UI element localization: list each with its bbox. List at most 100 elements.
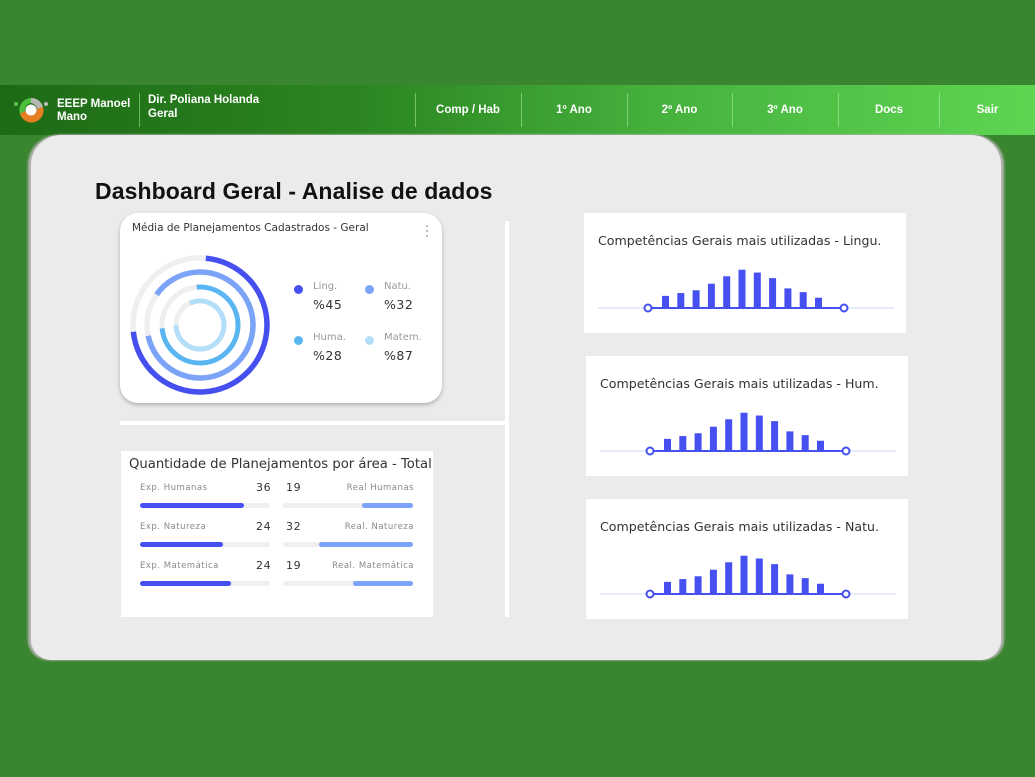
bar-2 [677, 293, 685, 308]
bar-3 [694, 576, 702, 594]
real-value: 19 [286, 481, 302, 494]
real-progress-fill [362, 503, 413, 508]
legend-value: %32 [384, 297, 414, 312]
bar-chart-card-natu: Competências Gerais mais utilizadas - Na… [586, 499, 908, 619]
real-progress-bar [283, 503, 413, 508]
radial-chart [130, 255, 270, 395]
vertical-divider [505, 221, 509, 617]
legend-dot [294, 336, 303, 345]
exp-progress-bar [140, 542, 270, 547]
bar-2 [679, 579, 687, 594]
bar-9 [786, 574, 794, 594]
real-progress-bar [283, 542, 413, 547]
school-logo-icon [14, 97, 48, 123]
quantity-card: Quantidade de Planejamentos por área - T… [121, 451, 433, 617]
bar-chart-natu [600, 555, 896, 599]
exp-value: 36 [256, 481, 272, 494]
bar-9 [784, 288, 792, 308]
exp-progress-fill [140, 503, 244, 508]
nav-comp-hab[interactable]: Comp / Hab [416, 85, 520, 135]
bar-11 [817, 583, 824, 594]
bar-chart-lingu [598, 269, 894, 313]
chart-start-marker [645, 589, 655, 599]
nav-3-ano[interactable]: 3º Ano [733, 85, 837, 135]
bar-chart-card-lingu: Competências Gerais mais utilizadas - Li… [584, 213, 906, 333]
bar-5 [725, 419, 733, 451]
bar-8 [771, 421, 779, 451]
real-label: Real Humanas [346, 483, 414, 493]
quantity-card-title: Quantidade de Planejamentos por área - T… [129, 457, 432, 472]
legend-value: %87 [384, 348, 414, 363]
bar-8 [771, 564, 779, 594]
bar-8 [769, 278, 777, 308]
horizontal-divider [120, 421, 505, 425]
legend-value: %45 [313, 297, 343, 312]
bar-6 [738, 269, 746, 308]
bar-1 [664, 438, 671, 451]
exp-label: Exp. Natureza [140, 522, 207, 532]
chart-end-marker [839, 303, 849, 313]
real-label: Real. Matemática [332, 561, 414, 571]
chart-start-marker [645, 446, 655, 456]
legend-label: Natu. [384, 281, 412, 292]
bar-2 [679, 436, 687, 451]
legend-label: Huma. [313, 332, 346, 343]
legend-dot [365, 336, 374, 345]
bar-3 [692, 290, 700, 308]
real-value: 19 [286, 559, 302, 572]
exp-progress-bar [140, 503, 270, 508]
real-value: 32 [286, 520, 302, 533]
bar-chart-card-hum: Competências Gerais mais utilizadas - Hu… [586, 356, 908, 476]
bar-4 [709, 426, 717, 451]
bar-5 [723, 276, 731, 308]
director-role: Geral [148, 107, 178, 120]
legend-label: Matem. [384, 332, 422, 343]
top-navbar: EEEP Manoel Mano Dir. Poliana Holanda Ge… [0, 85, 1035, 135]
bar-10 [799, 292, 807, 308]
bar-11 [817, 440, 824, 451]
exp-label: Exp. Humanas [140, 483, 208, 493]
real-progress-fill [319, 542, 413, 547]
legend-dot [294, 285, 303, 294]
chart-end-marker [841, 589, 851, 599]
bar-6 [740, 412, 748, 451]
exp-value: 24 [256, 559, 272, 572]
chart-end-marker [841, 446, 851, 456]
exp-progress-bar [140, 581, 270, 586]
bar-4 [707, 283, 715, 308]
nav-docs[interactable]: Docs [839, 85, 939, 135]
bar-5 [725, 562, 733, 594]
bar-3 [694, 433, 702, 451]
radial-card-title: Média de Planejamentos Cadastrados - Ger… [132, 222, 369, 234]
bar-7 [753, 272, 761, 308]
legend-value: %28 [313, 348, 343, 363]
nav-2-ano[interactable]: 2º Ano [628, 85, 731, 135]
bar-4 [709, 569, 717, 594]
bar-chart-hum [600, 412, 896, 456]
real-label: Real. Natureza [344, 522, 414, 532]
legend-label: Ling. [313, 281, 338, 292]
nav-sair[interactable]: Sair [940, 85, 1035, 135]
nav-divider [139, 93, 140, 127]
page-title: Dashboard Geral - Analise de dados [95, 178, 493, 204]
bar-1 [664, 581, 671, 594]
school-name: EEEP Manoel Mano [57, 98, 131, 123]
bar-9 [786, 431, 794, 451]
director-name: Dir. Poliana Holanda [148, 94, 260, 106]
radial-chart-card: Média de Planejamentos Cadastrados - Ger… [120, 213, 442, 403]
exp-value: 24 [256, 520, 272, 533]
bar-10 [801, 435, 809, 451]
real-progress-bar [283, 581, 413, 586]
real-progress-fill [353, 581, 413, 586]
bar-1 [662, 295, 669, 308]
exp-progress-fill [140, 581, 231, 586]
director-info: Dir. Poliana Holanda Geral [148, 94, 298, 121]
bar-7 [755, 558, 763, 594]
more-vertical-icon[interactable] [425, 225, 429, 239]
bar-7 [755, 415, 763, 451]
bar-6 [740, 555, 748, 594]
nav-1-ano[interactable]: 1º Ano [522, 85, 626, 135]
exp-label: Exp. Matemática [140, 561, 219, 571]
exp-progress-fill [140, 542, 224, 547]
bar-11 [815, 297, 822, 308]
